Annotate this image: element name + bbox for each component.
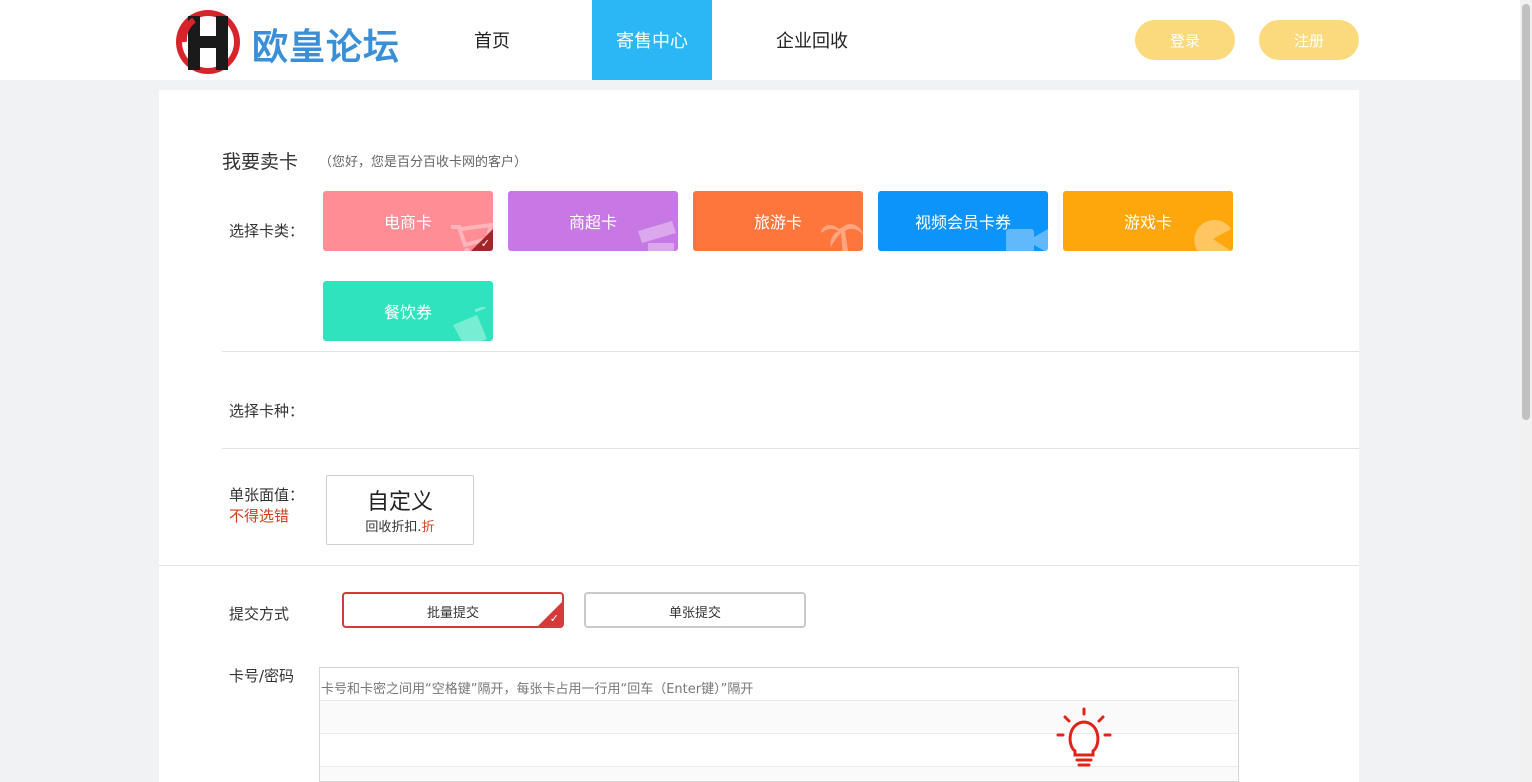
site-logo[interactable]: 欧皇论坛 bbox=[174, 6, 406, 78]
page-subtitle: （您好，您是百分百收卡网的客户） bbox=[319, 155, 528, 170]
category-card-video-membership[interactable]: 视频会员卡券 bbox=[878, 191, 1048, 251]
palm-tree-icon bbox=[821, 224, 863, 251]
card-input-label: 卡号/密码 bbox=[229, 667, 295, 685]
section-divider bbox=[222, 448, 1359, 449]
check-icon: ✓ bbox=[549, 612, 559, 625]
login-button[interactable]: 登录 bbox=[1135, 20, 1235, 60]
discount-unit: 折 bbox=[421, 520, 435, 535]
category-label: 选择卡类： bbox=[229, 222, 305, 240]
category-card-label: 游戏卡 bbox=[1123, 213, 1172, 232]
page-title: 我要卖卡 bbox=[222, 151, 299, 173]
category-card-label: 餐饮券 bbox=[383, 303, 432, 322]
category-card-label: 旅游卡 bbox=[753, 213, 802, 232]
drink-cup-icon bbox=[453, 307, 487, 341]
video-play-icon bbox=[1006, 229, 1048, 251]
category-card-dining[interactable]: 餐饮券 bbox=[323, 281, 493, 341]
batch-submit-option[interactable]: 批量提交 ✓ bbox=[342, 592, 564, 628]
logo-text: 欧皇论坛 bbox=[252, 27, 401, 68]
nav-consignment-center[interactable]: 寄售中心 bbox=[592, 0, 712, 80]
category-card-game[interactable]: 游戏卡 bbox=[1063, 191, 1233, 251]
scrollbar-thumb[interactable] bbox=[1522, 4, 1530, 420]
sell-card-panel: 我要卖卡 （您好，您是百分百收卡网的客户） 选择卡类： 电商卡 ✓ 商超卡 旅游… bbox=[159, 90, 1359, 782]
category-card-supermarket[interactable]: 商超卡 bbox=[508, 191, 678, 251]
single-submit-label: 单张提交 bbox=[668, 606, 721, 621]
single-submit-option[interactable]: 单张提交 bbox=[584, 592, 806, 628]
check-icon: ✓ bbox=[480, 237, 490, 250]
recycle-discount-text: 回收折扣.折 bbox=[365, 520, 435, 535]
section-divider bbox=[222, 351, 1359, 352]
section-divider bbox=[159, 565, 1359, 566]
textarea-placeholder: 卡号和卡密之间用“空格键”隔开，每张卡占用一行用“回车（Enter键）”隔开 bbox=[321, 682, 754, 697]
nav-home[interactable]: 首页 bbox=[432, 0, 552, 80]
register-button[interactable]: 注册 bbox=[1259, 20, 1359, 60]
pacman-icon bbox=[1194, 220, 1231, 251]
lightbulb-icon[interactable] bbox=[1056, 707, 1112, 771]
category-card-ecommerce[interactable]: 电商卡 ✓ bbox=[323, 191, 493, 251]
face-value-label: 单张面值： bbox=[229, 486, 305, 504]
category-card-label: 商超卡 bbox=[568, 213, 617, 232]
category-card-travel[interactable]: 旅游卡 bbox=[693, 191, 863, 251]
logo-emblem-icon bbox=[176, 10, 240, 74]
page-scrollbar[interactable] bbox=[1520, 0, 1532, 782]
category-card-label: 视频会员卡券 bbox=[914, 213, 1011, 232]
batch-submit-label: 批量提交 bbox=[426, 606, 479, 621]
card-kind-label: 选择卡种： bbox=[229, 402, 305, 420]
face-value-warning: 不得选错 bbox=[229, 507, 290, 525]
custom-value-option[interactable]: 自定义 回收折扣.折 bbox=[326, 475, 474, 545]
submit-method-label: 提交方式 bbox=[229, 605, 290, 623]
custom-value-title: 自定义 bbox=[366, 490, 433, 515]
store-icon bbox=[638, 221, 676, 251]
category-card-label: 电商卡 bbox=[383, 213, 432, 232]
top-header: 欧皇论坛 首页 寄售中心 企业回收 登录 注册 bbox=[0, 0, 1520, 80]
nav-enterprise-recycling[interactable]: 企业回收 bbox=[752, 0, 872, 80]
